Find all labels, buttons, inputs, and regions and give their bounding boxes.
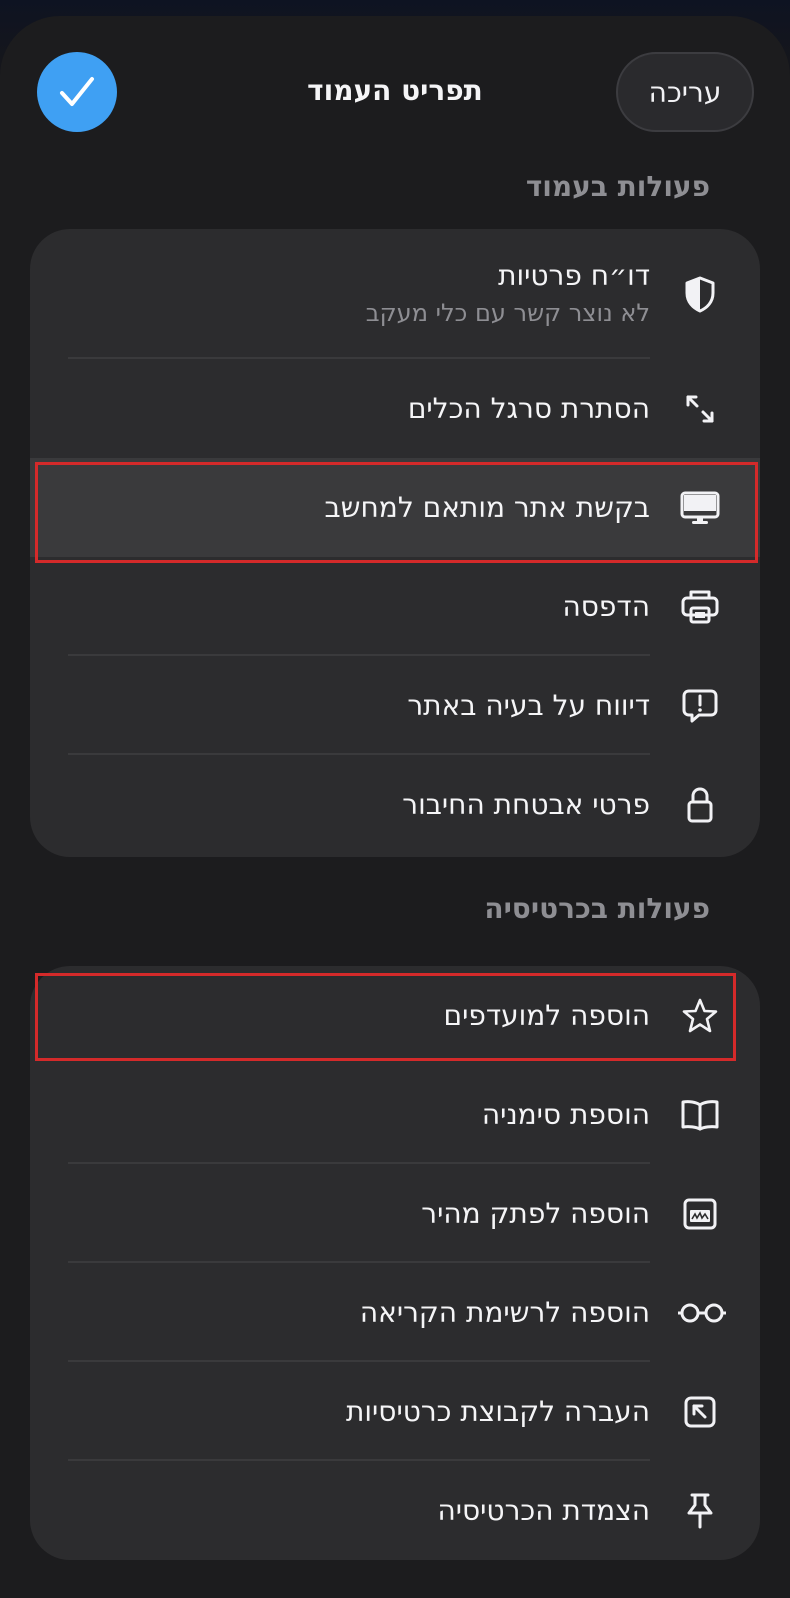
menu-item-label: הוספה למועדפים [443, 998, 650, 1032]
section-label-page-actions: פעולות בעמוד [525, 170, 710, 203]
glasses-icon [676, 1291, 728, 1335]
section-label-tab-actions: פעולות בכרטיסיה [484, 892, 710, 925]
printer-icon [678, 585, 722, 629]
book-icon [678, 1093, 722, 1137]
menu-item-label: הוספה לרשימת הקריאה [359, 1295, 650, 1329]
menu-item-pin-tab[interactable]: הצמדת הכרטיסיה [30, 1461, 760, 1560]
menu-item-add-bookmark[interactable]: הוספת סימניה [30, 1065, 760, 1164]
shield-icon [678, 272, 722, 316]
menu-item-label: הצמדת הכרטיסיה [437, 1493, 650, 1527]
menu-item-request-desktop-site[interactable]: בקשת אתר מותאם למחשב [30, 458, 760, 557]
menu-item-add-to-favorites[interactable]: הוספה למועדפים [30, 966, 760, 1065]
lock-icon [678, 783, 722, 827]
menu-item-label: העברה לקבוצת כרטיסיות [345, 1394, 650, 1428]
move-to-group-icon [678, 1390, 722, 1434]
checkmark-icon [60, 77, 94, 106]
quick-note-icon [678, 1192, 722, 1236]
expand-arrows-icon [678, 387, 722, 431]
menu-item-label: הסתרת סרגל הכלים [407, 391, 650, 425]
menu-header: עריכה תפריט העמוד [0, 16, 790, 166]
menu-item-label: הדפסה [562, 589, 650, 623]
page-actions-group: דו״ח פרטיות לא נוצר קשר עם כלי מעקב הסתר… [30, 229, 760, 857]
menu-item-add-quick-note[interactable]: הוספה לפתק מהיר [30, 1164, 760, 1263]
menu-item-hide-toolbar[interactable]: הסתרת סרגל הכלים [30, 359, 760, 458]
menu-item-label: פרטי אבטחת החיבור [402, 787, 650, 821]
menu-item-label: בקשת אתר מותאם למחשב [324, 490, 650, 524]
menu-item-report-issue[interactable]: דיווח על בעיה באתר [30, 656, 760, 755]
menu-item-label: דיווח על בעיה באתר [407, 688, 650, 722]
done-button[interactable] [37, 52, 117, 132]
star-icon [678, 994, 722, 1038]
menu-item-privacy-report[interactable]: דו״ח פרטיות לא נוצר קשר עם כלי מעקב [30, 229, 760, 359]
report-bubble-icon [678, 684, 722, 728]
menu-item-connection-security[interactable]: פרטי אבטחת החיבור [30, 755, 760, 854]
menu-item-add-to-reading-list[interactable]: הוספה לרשימת הקריאה [30, 1263, 760, 1362]
menu-item-label: הוספה לפתק מהיר [421, 1196, 650, 1230]
tab-actions-group: הוספה למועדפים הוספת סימניה הוספה לפתק מ… [30, 966, 760, 1560]
page-title: תפריט העמוד [307, 74, 483, 107]
menu-item-move-to-tab-group[interactable]: העברה לקבוצת כרטיסיות [30, 1362, 760, 1461]
menu-item-print[interactable]: הדפסה [30, 557, 760, 656]
page-menu-sheet: עריכה תפריט העמוד פעולות בעמוד דו״ח פרטי… [0, 16, 790, 1598]
menu-item-label: דו״ח פרטיות [498, 259, 650, 292]
pin-icon [678, 1489, 722, 1533]
desktop-icon [678, 486, 722, 530]
menu-item-sublabel: לא נוצר קשר עם כלי מעקב [365, 299, 650, 327]
menu-item-label: הוספת סימניה [481, 1097, 650, 1131]
